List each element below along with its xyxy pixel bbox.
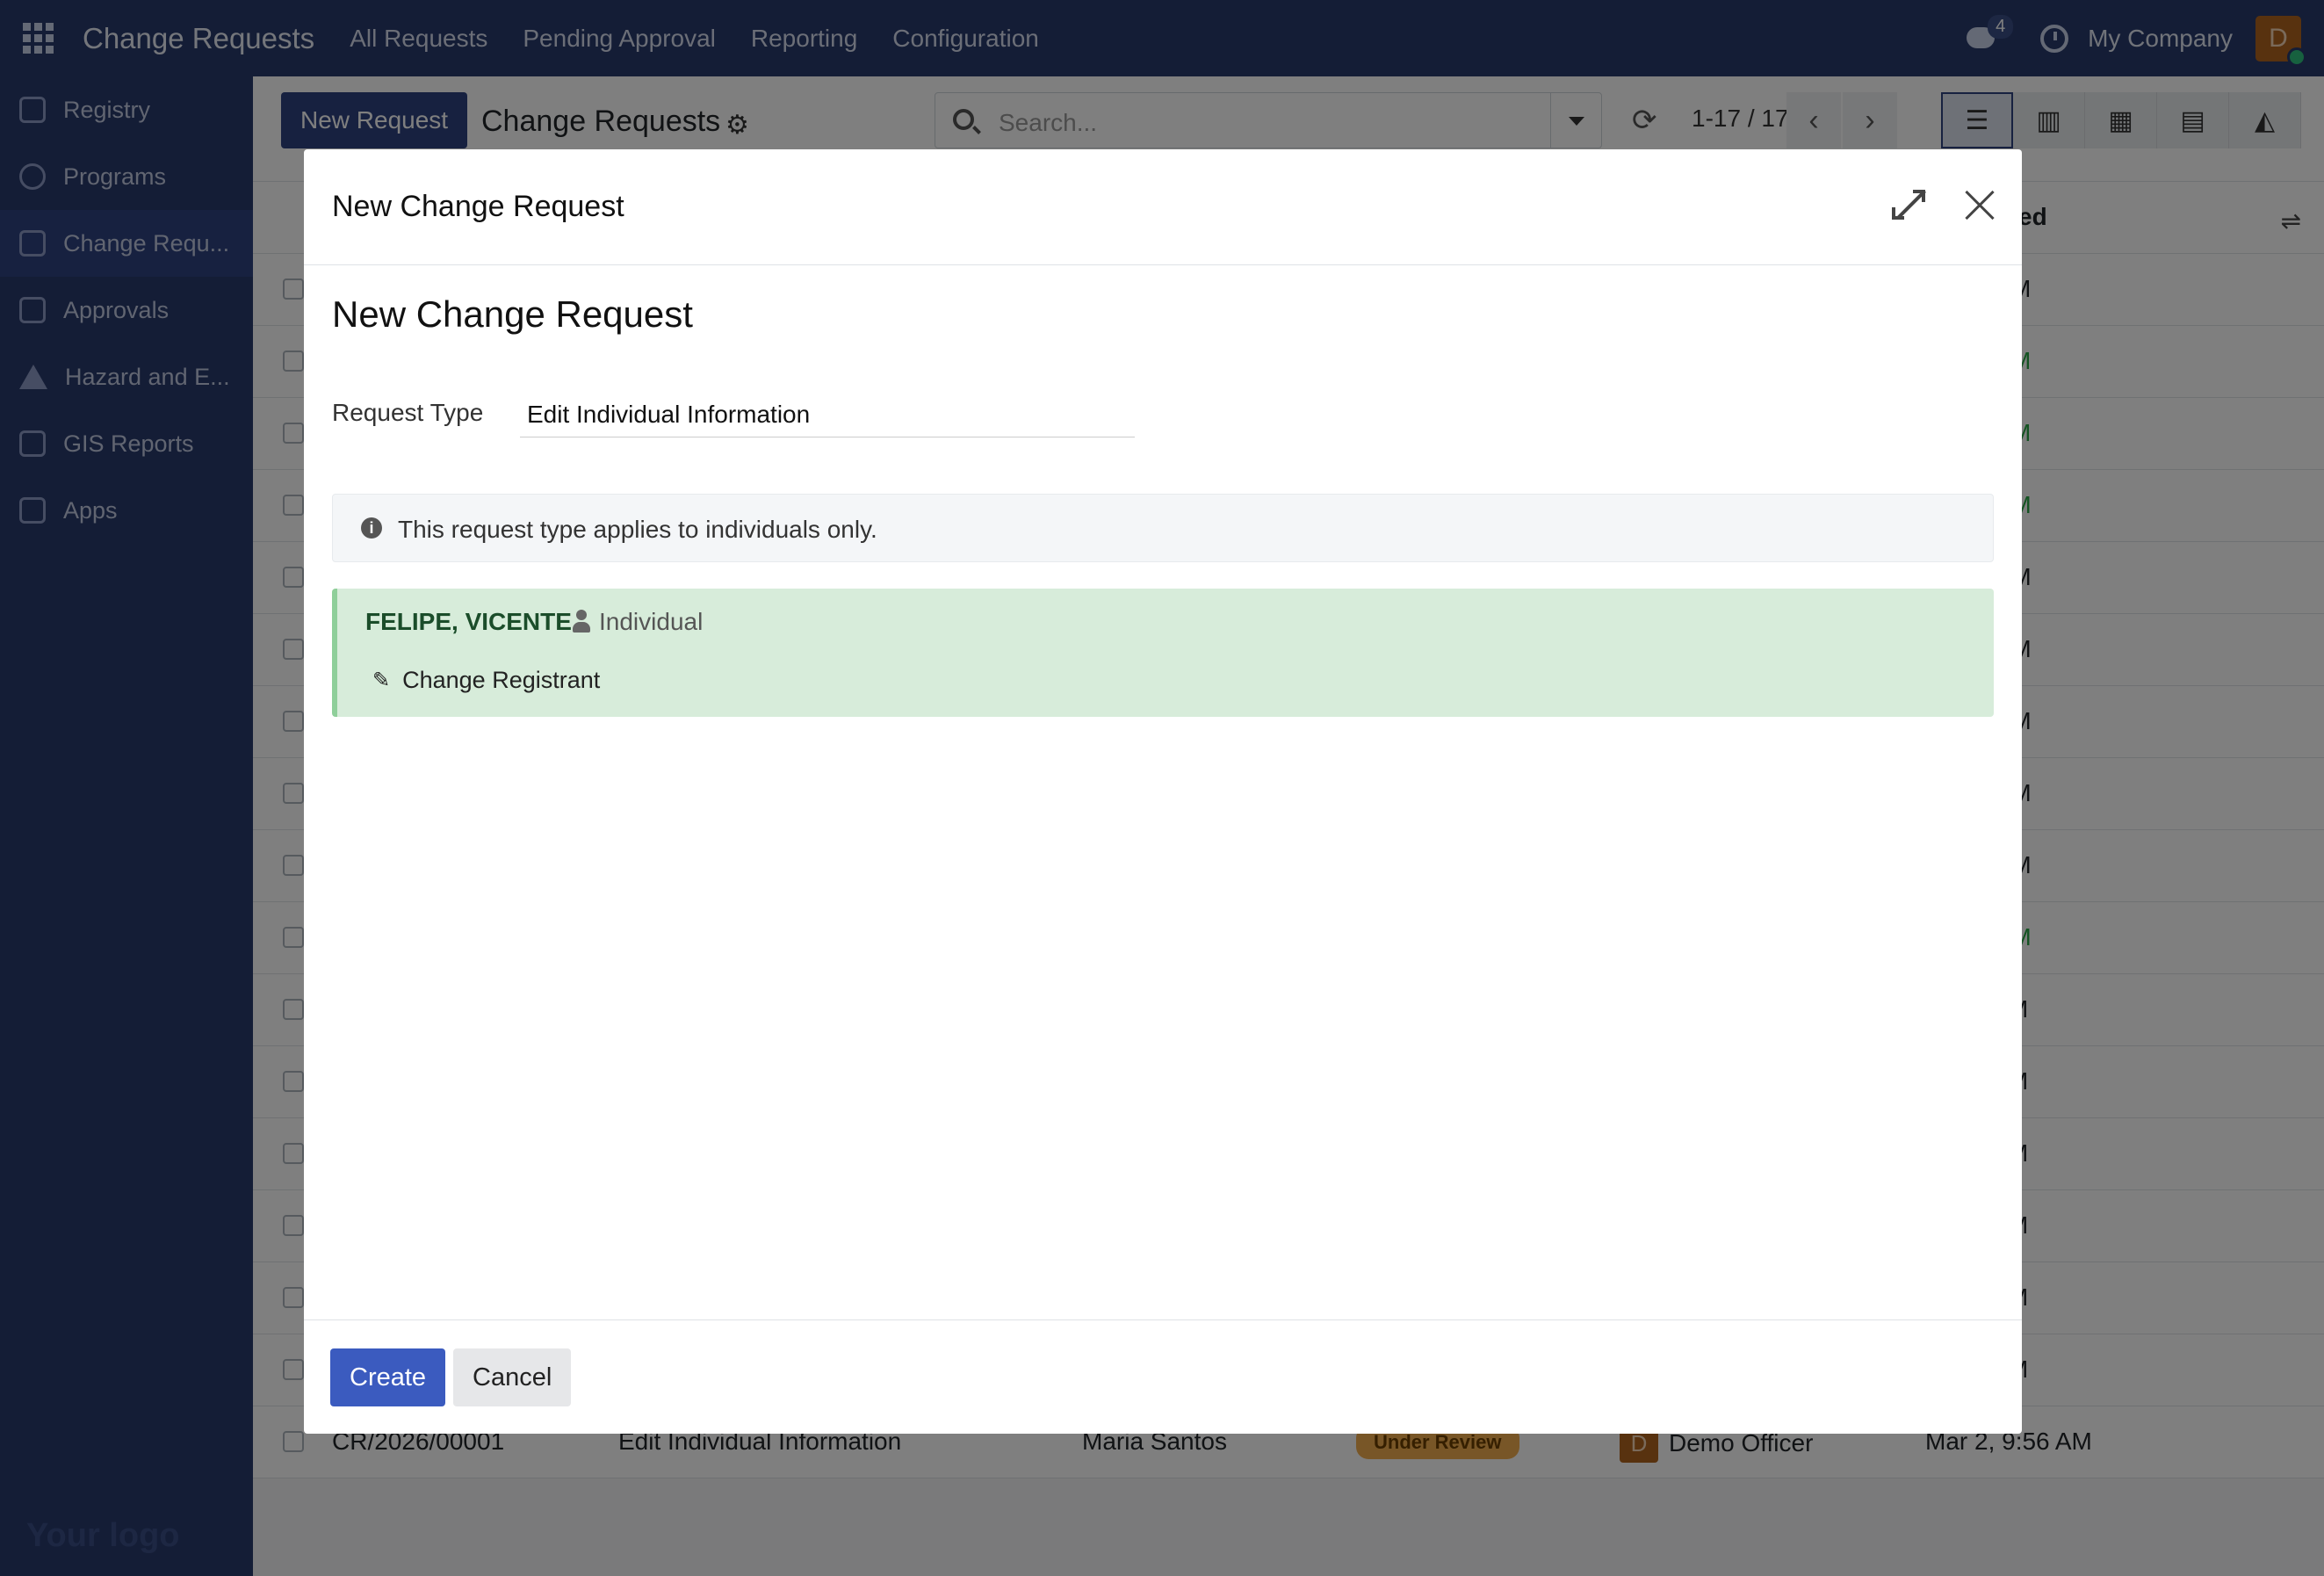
new-change-request-dialog: New Change Request New Change Request Re… — [304, 149, 2022, 1434]
close-icon[interactable] — [1964, 190, 1996, 221]
info-text: This request type applies to individuals… — [398, 516, 877, 543]
person-icon — [571, 610, 592, 634]
change-registrant-button[interactable]: ✎ Change Registrant — [358, 659, 614, 701]
create-button[interactable]: Create — [330, 1348, 446, 1406]
dialog-footer: Create Cancel — [304, 1319, 2022, 1434]
form-title: New Change Request — [332, 293, 693, 335]
pencil-icon: ✎ — [372, 668, 391, 692]
dialog-header: New Change Request — [304, 149, 2022, 265]
cancel-button[interactable]: Cancel — [453, 1348, 572, 1406]
request-type-field[interactable]: Edit Individual Information — [520, 388, 1135, 437]
info-alert: i This request type applies to individua… — [332, 494, 1994, 562]
info-icon: i — [361, 517, 382, 539]
registrant-name: FELIPE, VICENTE — [365, 608, 572, 635]
selected-registrant-card: FELIPE, VICENTE Individual ✎ Change Regi… — [332, 589, 1994, 717]
change-registrant-label: Change Registrant — [402, 666, 601, 693]
request-type-label: Request Type — [332, 399, 484, 426]
dialog-title: New Change Request — [332, 190, 624, 223]
expand-icon[interactable] — [1892, 190, 1925, 220]
registrant-kind: Individual — [599, 608, 704, 635]
